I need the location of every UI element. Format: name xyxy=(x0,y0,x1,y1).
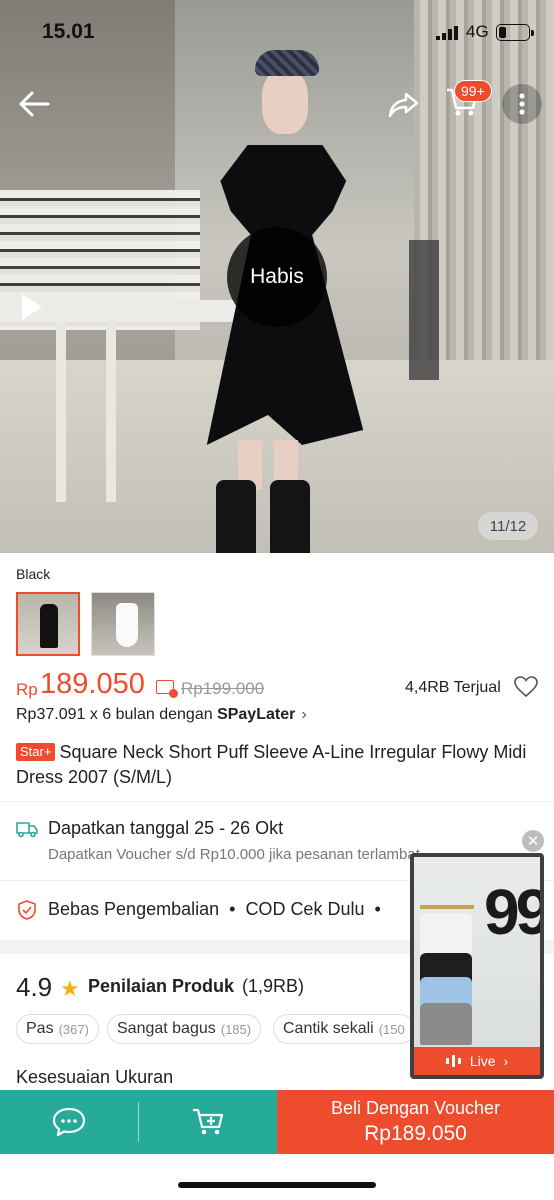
chip-count: (150 xyxy=(378,1021,405,1037)
shipping-estimate[interactable]: Dapatkan tanggal 25 - 26 Okt xyxy=(48,818,283,839)
original-price: Rp199.000 xyxy=(181,679,265,698)
model-boot xyxy=(216,480,256,553)
review-filter-chip[interactable]: Sangat bagus (185) xyxy=(107,1014,262,1044)
live-label: Live xyxy=(469,1053,496,1069)
buy-with-voucher-button[interactable]: Beli Dengan Voucher Rp189.050 xyxy=(277,1090,554,1154)
play-video-button[interactable] xyxy=(14,290,48,324)
share-button[interactable] xyxy=(386,86,422,122)
status-bar: 15.01 4G xyxy=(0,0,554,64)
chevron-right-icon: › xyxy=(301,706,307,723)
cart-count-badge: 99+ xyxy=(454,80,492,102)
shield-icon xyxy=(18,900,36,920)
play-icon xyxy=(22,294,42,320)
divider xyxy=(138,1102,139,1142)
review-filter-chip[interactable]: Cantik sekali (150 xyxy=(273,1014,415,1044)
truck-icon xyxy=(16,822,38,838)
star-plus-badge: Star+ xyxy=(16,743,56,761)
photo-chair xyxy=(409,240,439,380)
back-button[interactable] xyxy=(14,86,54,122)
close-live-button[interactable]: ✕ xyxy=(522,830,544,852)
buy-button-label: Beli Dengan Voucher xyxy=(330,1098,501,1118)
chip-label: Sangat bagus xyxy=(117,1020,216,1037)
paylater-installment[interactable]: Rp37.091 x 6 bulan dengan SPayLater › xyxy=(16,706,307,724)
cod-label: COD Cek Dulu xyxy=(245,899,365,919)
price-value: 189.050 xyxy=(40,668,145,700)
product-title-text: Square Neck Short Puff Sleeve A-Line Irr… xyxy=(16,742,527,787)
live-label-bar[interactable]: Live › xyxy=(414,1047,540,1075)
soldout-overlay: Habis xyxy=(227,227,327,327)
rating-title[interactable]: Penilaian Produk xyxy=(88,976,234,997)
divider xyxy=(0,801,554,802)
variant-label: Black xyxy=(16,566,51,582)
arrow-left-icon xyxy=(19,91,50,117)
live-stream-preview[interactable]: 99 Live › xyxy=(410,853,544,1079)
product-image-gallery[interactable]: 15.01 4G 99+ Habis 11/12 xyxy=(0,0,554,553)
star-icon: ★ xyxy=(60,976,80,1001)
chevron-right-icon: › xyxy=(503,1053,509,1069)
paylater-brand: SPayLater xyxy=(217,706,296,723)
live-bars-icon xyxy=(445,1055,461,1067)
photo-table-leg xyxy=(56,322,66,502)
model-face xyxy=(262,70,308,134)
buy-button-price: Rp189.050 xyxy=(364,1122,467,1145)
product-title: Star+ Square Neck Short Puff Sleeve A-Lin… xyxy=(16,740,538,790)
variant-thumbnail-black[interactable] xyxy=(16,592,80,656)
free-return-label: Bebas Pengembalian xyxy=(48,899,220,919)
heart-icon xyxy=(514,676,538,698)
signal-icon xyxy=(436,26,458,40)
size-fit-title: Kesesuaian Ukuran xyxy=(16,1067,174,1087)
home-indicator[interactable] xyxy=(178,1182,376,1188)
price-currency: Rp xyxy=(16,680,38,699)
close-icon: ✕ xyxy=(526,833,540,850)
more-options-button[interactable] xyxy=(502,84,542,124)
chip-label: Cantik sekali xyxy=(283,1020,374,1037)
hanging-clothes xyxy=(420,1003,472,1045)
clothing-rack xyxy=(420,905,474,909)
model-boot xyxy=(270,480,310,553)
chip-count: (185) xyxy=(220,1021,252,1037)
sold-count: 4,4RB Terjual xyxy=(405,679,501,696)
more-vertical-icon xyxy=(519,93,525,115)
chat-icon xyxy=(52,1107,86,1137)
network-type: 4G xyxy=(466,22,489,41)
image-counter: 11/12 xyxy=(478,512,538,540)
live-overlay-number: 99 xyxy=(484,876,544,948)
service-guarantees[interactable]: Bebas Pengembalian • COD Cek Dulu • xyxy=(48,899,391,920)
chat-button[interactable] xyxy=(0,1090,138,1154)
paylater-text: Rp37.091 x 6 bulan dengan xyxy=(16,706,218,723)
discount-tag-icon xyxy=(156,680,178,698)
shipping-voucher-note: Dapatkan Voucher s/d Rp10.000 jika pesan… xyxy=(48,846,420,863)
add-to-cart-icon xyxy=(192,1108,223,1135)
chip-label: Pas xyxy=(26,1020,54,1037)
photo-table-leg xyxy=(106,322,116,502)
rating-count: (1,9RB) xyxy=(242,976,305,996)
add-to-cart-button[interactable] xyxy=(138,1090,277,1154)
favorite-button[interactable] xyxy=(514,676,540,700)
battery-icon xyxy=(496,24,534,41)
chip-count: (367) xyxy=(58,1021,89,1037)
share-icon xyxy=(388,92,419,118)
status-time: 15.01 xyxy=(42,20,95,43)
bottom-action-bar: Beli Dengan Voucher Rp189.050 xyxy=(0,1090,554,1154)
variant-thumbnail-white[interactable] xyxy=(91,592,155,656)
rating-value: 4.9 xyxy=(16,972,53,1002)
hanging-clothes xyxy=(420,913,472,955)
price-row: Rp 189.050 Rp199.000 4,4RB Terjual xyxy=(16,666,538,706)
review-filter-chip[interactable]: Pas (367) xyxy=(16,1014,99,1044)
